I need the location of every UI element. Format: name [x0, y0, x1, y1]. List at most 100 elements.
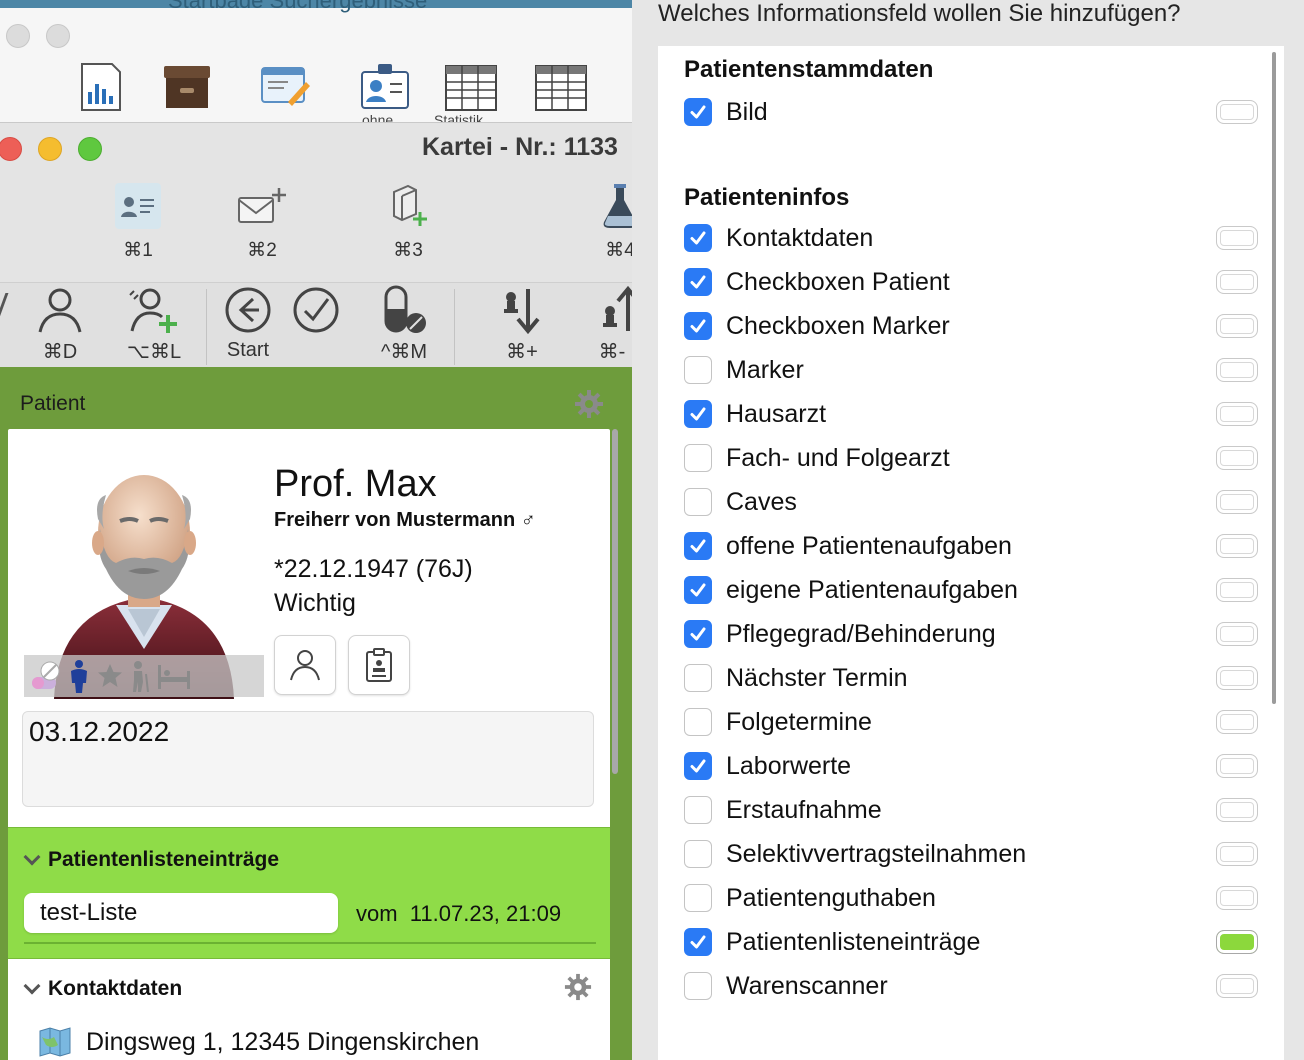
info-field-row-laborwerte[interactable]: Laborwerte [684, 744, 1258, 788]
checkbox-caves[interactable] [684, 488, 712, 516]
contact-address[interactable]: Dingsweg 1, 12345 Dingenskirchen [38, 1027, 479, 1057]
info-field-row-selektivvertragsteilnahmen[interactable]: Selektivvertragsteilnahmen [684, 832, 1258, 876]
checkbox-patientenguthaben[interactable] [684, 884, 712, 912]
toolbar-label: Start [226, 339, 270, 361]
add-info-field-popover: Welches Informationsfeld wollen Sie hinz… [632, 0, 1304, 1060]
checkbox-hausarzt[interactable] [684, 400, 712, 428]
color-indicator-pill[interactable] [1216, 402, 1258, 426]
color-indicator-pill[interactable] [1216, 226, 1258, 250]
toolbar-label: ⌥⌘L [126, 341, 182, 363]
tab-documents[interactable]: ⌘3 [368, 183, 448, 262]
info-field-row-eigene-patientenaufgaben[interactable]: eigene Patientenaufgaben [684, 568, 1258, 612]
color-indicator-pill[interactable] [1216, 314, 1258, 338]
checkbox-erstaufnahme[interactable] [684, 796, 712, 824]
color-indicator-pill[interactable] [1216, 578, 1258, 602]
patient-list-header[interactable]: Patientenlisteneinträge [23, 848, 279, 872]
info-field-row-folgetermine[interactable]: Folgetermine [684, 700, 1258, 744]
info-field-row-marker[interactable]: Marker [684, 348, 1258, 392]
info-field-row-hausarzt[interactable]: Hausarzt [684, 392, 1258, 436]
info-field-label: Folgetermine [726, 707, 872, 736]
patient-list-entry[interactable]: test-Liste [24, 893, 338, 933]
checkbox-checkboxen-patient[interactable] [684, 268, 712, 296]
contact-section-header[interactable]: Kontaktdaten [23, 977, 182, 1001]
info-field-row-checkboxen-patient[interactable]: Checkboxen Patient [684, 260, 1258, 304]
color-indicator-pill[interactable] [1216, 930, 1258, 954]
info-field-row-erstaufnahme[interactable]: Erstaufnahme [684, 788, 1258, 832]
info-field-row-bild[interactable]: Bild [684, 90, 1258, 134]
id-badge-icon[interactable] [358, 62, 412, 112]
color-indicator-pill[interactable] [1216, 534, 1258, 558]
window-minimize-button-inactive[interactable] [46, 24, 70, 48]
color-indicator-pill[interactable] [1216, 886, 1258, 910]
patient-clipboard-button[interactable] [348, 635, 410, 695]
window-close-button-inactive[interactable] [6, 24, 30, 48]
patient-birthdate: *22.12.1947 (76J) [274, 555, 473, 583]
archive-box-icon[interactable] [160, 62, 214, 112]
info-field-row-checkboxen-marker[interactable]: Checkboxen Marker [684, 304, 1258, 348]
color-indicator-pill[interactable] [1216, 622, 1258, 646]
toolbar-button-patient[interactable]: ⌘D [20, 283, 100, 364]
info-field-row-patientenguthaben[interactable]: Patientenguthaben [684, 876, 1258, 920]
tab-mail[interactable]: ⌘2 [222, 183, 302, 262]
toolbar-button-check[interactable] [276, 283, 356, 339]
checkmark-icon [690, 759, 706, 773]
checkbox-warenscanner[interactable] [684, 972, 712, 1000]
person-outline-icon [290, 650, 320, 681]
gear-icon[interactable] [574, 389, 604, 419]
color-indicator-pill[interactable] [1216, 446, 1258, 470]
color-indicator-pill[interactable] [1216, 798, 1258, 822]
info-field-row-fach-und-folgearzt[interactable]: Fach- und Folgearzt [684, 436, 1258, 480]
color-indicator-pill[interactable] [1216, 842, 1258, 866]
tab-patient-card[interactable]: ⌘1 [98, 183, 178, 262]
patient-contacts-button[interactable] [274, 635, 336, 695]
checkbox-offene-patientenaufgaben[interactable] [684, 532, 712, 560]
edit-form-icon[interactable] [258, 62, 312, 112]
mail-add-icon [237, 183, 287, 229]
patient-date-field[interactable]: 03.12.2022 [22, 711, 594, 807]
elderly-person-icon [133, 661, 149, 692]
checkbox-bild[interactable] [684, 98, 712, 126]
info-field-row-pflegegrad-behinderung[interactable]: Pflegegrad/Behinderung [684, 612, 1258, 656]
color-indicator-pill[interactable] [1216, 974, 1258, 998]
checkbox-patientenlisteneinträge[interactable] [684, 928, 712, 956]
checkbox-folgetermine[interactable] [684, 708, 712, 736]
color-indicator-pill[interactable] [1216, 270, 1258, 294]
table-grid-icon[interactable] [534, 62, 588, 112]
checkbox-eigene-patientenaufgaben[interactable] [684, 576, 712, 604]
checkbox-kontaktdaten[interactable] [684, 224, 712, 252]
patient-card-scrollbar[interactable] [612, 429, 618, 774]
checkbox-checkboxen-marker[interactable] [684, 312, 712, 340]
color-indicator-pill[interactable] [1216, 358, 1258, 382]
info-field-row-warenscanner[interactable]: Warenscanner [684, 964, 1258, 1008]
info-field-label: Erstaufnahme [726, 795, 882, 824]
checkmark-icon [690, 539, 706, 553]
toolbar-button-sort-down[interactable]: ⌘+ [482, 283, 562, 364]
color-indicator-pill[interactable] [1216, 100, 1258, 124]
color-indicator-pill[interactable] [1216, 710, 1258, 734]
info-field-row-caves[interactable]: Caves [684, 480, 1258, 524]
toolbar-button-medication[interactable]: ^⌘M [364, 283, 444, 364]
gear-icon[interactable] [564, 973, 594, 1003]
window-zoom-button[interactable] [78, 137, 102, 161]
info-field-row-nächster-termin[interactable]: Nächster Termin [684, 656, 1258, 700]
report-chart-icon[interactable] [76, 62, 130, 112]
info-field-row-kontaktdaten[interactable]: Kontaktdaten [684, 216, 1258, 260]
color-indicator-pill[interactable] [1216, 666, 1258, 690]
toolbar-button-add-patient[interactable]: ⌥⌘L [114, 283, 194, 364]
color-indicator-pill[interactable] [1216, 490, 1258, 514]
table-grid-icon[interactable] [444, 62, 498, 112]
checkbox-nächster-termin[interactable] [684, 664, 712, 692]
contact-address-text: Dingsweg 1, 12345 Dingenskirchen [86, 1027, 480, 1056]
window-minimize-button[interactable] [38, 137, 62, 161]
checkbox-selektivvertragsteilnahmen[interactable] [684, 840, 712, 868]
info-field-row-offene-patientenaufgaben[interactable]: offene Patientenaufgaben [684, 524, 1258, 568]
window-close-button[interactable] [0, 137, 22, 161]
color-indicator-pill[interactable] [1216, 754, 1258, 778]
checkbox-pflegegrad-behinderung[interactable] [684, 620, 712, 648]
checkbox-marker[interactable] [684, 356, 712, 384]
checkbox-fach-und-folgearzt[interactable] [684, 444, 712, 472]
info-field-list-scrollbar[interactable] [1272, 52, 1276, 704]
info-field-row-patientenlisteneinträge[interactable]: Patientenlisteneinträge [684, 920, 1258, 964]
checkbox-laborwerte[interactable] [684, 752, 712, 780]
info-field-label: Patientenguthaben [726, 883, 936, 912]
